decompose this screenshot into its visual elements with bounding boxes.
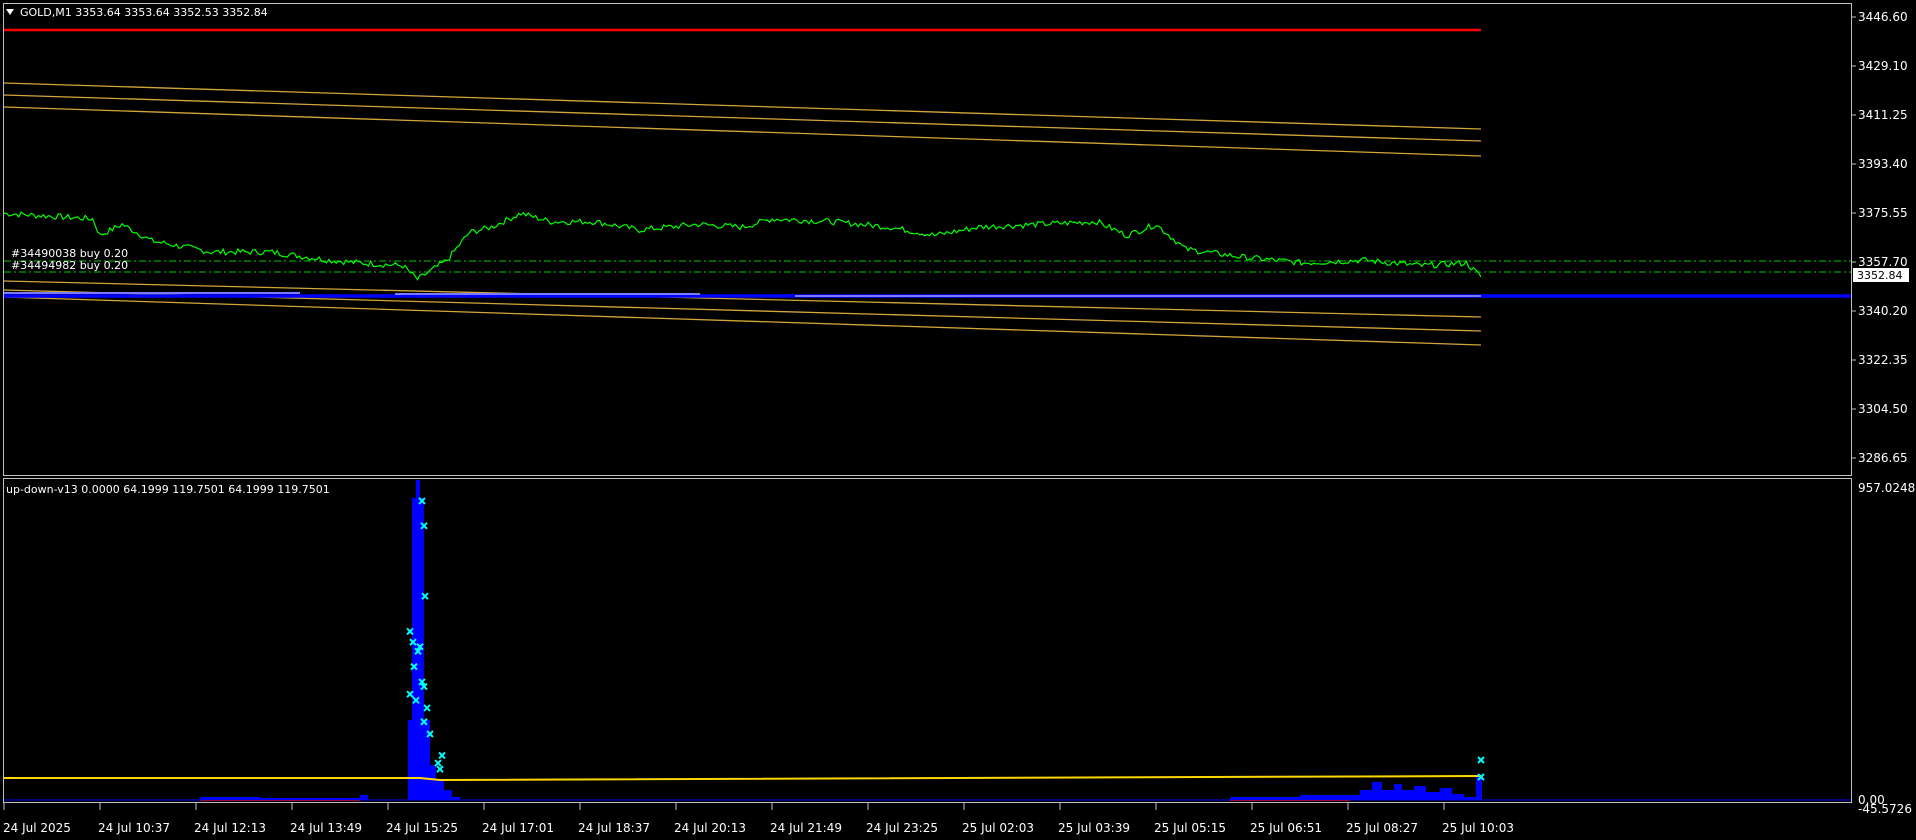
price-tick: 3393.40 xyxy=(1858,157,1908,171)
indicator-pane-frame xyxy=(3,478,1852,803)
price-tick: 3286.65 xyxy=(1858,451,1908,465)
time-tick: 24 Jul 15:25 xyxy=(386,821,458,835)
price-tick: 3411.25 xyxy=(1858,108,1908,122)
time-tick: 24 Jul 20:13 xyxy=(674,821,746,835)
time-tick: 25 Jul 03:39 xyxy=(1058,821,1130,835)
price-pane-frame xyxy=(3,3,1852,476)
indicator-histogram xyxy=(200,480,1482,800)
spike-marker-icon xyxy=(434,759,442,767)
time-tick: 24 Jul 12:13 xyxy=(194,821,266,835)
price-tick: 3322.35 xyxy=(1858,353,1908,367)
current-price-label: 3352.84 xyxy=(1857,269,1903,282)
price-pane[interactable]: GOLD,M1 3353.64 3353.64 3352.53 3352.84 … xyxy=(3,6,1851,346)
dropdown-triangle-icon[interactable] xyxy=(6,9,14,15)
time-tick: 24 Jul 13:49 xyxy=(290,821,362,835)
price-line xyxy=(3,211,1482,281)
upper-channel xyxy=(3,82,1482,157)
spike-marker-icon xyxy=(438,751,446,760)
time-tick: 25 Jul 02:03 xyxy=(962,821,1034,835)
trading-chart[interactable]: GOLD,M1 3353.64 3353.64 3352.53 3352.84 … xyxy=(0,0,1916,840)
time-tick: 24 Jul 23:25 xyxy=(866,821,938,835)
time-tick: 25 Jul 08:27 xyxy=(1346,821,1418,835)
indicator-tick: 957.0248 xyxy=(1858,481,1915,495)
indicator-tick: -45.5726 xyxy=(1858,802,1912,816)
time-tick: 24 Jul 10:37 xyxy=(98,821,170,835)
order-label-2: #34494982 buy 0.20 xyxy=(11,259,128,272)
price-tick: 3429.10 xyxy=(1858,59,1908,73)
time-tick: 24 Jul 17:01 xyxy=(482,821,554,835)
indicator-axis: 957.0248 0.00 -45.5726 xyxy=(1858,481,1915,816)
price-tick: 3304.50 xyxy=(1858,402,1908,416)
symbol-header: GOLD,M1 3353.64 3353.64 3352.53 3352.84 xyxy=(20,6,268,19)
price-tick: 3340.20 xyxy=(1858,304,1908,318)
time-tick: 25 Jul 05:15 xyxy=(1154,821,1226,835)
price-tick: 3375.55 xyxy=(1858,206,1908,220)
spike-marker-icon xyxy=(1477,756,1485,764)
time-tick: 25 Jul 10:03 xyxy=(1442,821,1514,835)
spike-marker-icon xyxy=(436,765,444,773)
time-tick: 25 Jul 06:51 xyxy=(1250,821,1322,835)
time-tick: 24 Jul 21:49 xyxy=(770,821,842,835)
price-tick: 3357.70 xyxy=(1858,255,1908,269)
time-axis: 24 Jul 2025 24 Jul 10:37 24 Jul 12:13 24… xyxy=(3,803,1514,835)
time-tick: 24 Jul 18:37 xyxy=(578,821,650,835)
price-axis: 3446.60 3429.10 3411.25 3393.40 3375.55 … xyxy=(1852,10,1909,465)
spike-marker-icon xyxy=(423,704,431,712)
spike-markers xyxy=(406,497,1485,781)
time-tick: 24 Jul 2025 xyxy=(3,821,71,835)
indicator-header: up-down-v13 0.0000 64.1999 119.7501 64.1… xyxy=(6,483,330,496)
price-tick: 3446.60 xyxy=(1858,10,1908,24)
lower-channel xyxy=(3,280,1482,346)
threshold-line xyxy=(4,775,1482,782)
indicator-pane[interactable]: up-down-v13 0.0000 64.1999 119.7501 64.1… xyxy=(4,480,1851,801)
